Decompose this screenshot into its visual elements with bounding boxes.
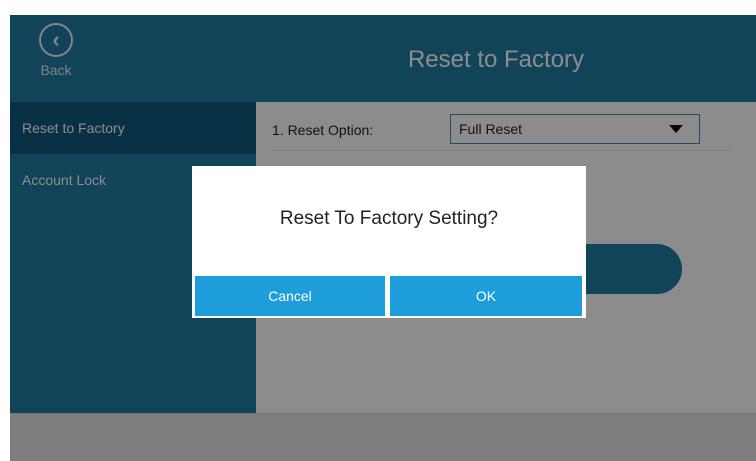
confirm-dialog: Reset To Factory Setting? Cancel OK	[192, 166, 586, 318]
cancel-button[interactable]: Cancel	[195, 276, 385, 316]
dialog-message: Reset To Factory Setting?	[279, 208, 499, 229]
phone-screen: ‹ Back Reset to Factory Reset to Factory…	[10, 15, 756, 461]
ok-button[interactable]: OK	[390, 276, 582, 316]
